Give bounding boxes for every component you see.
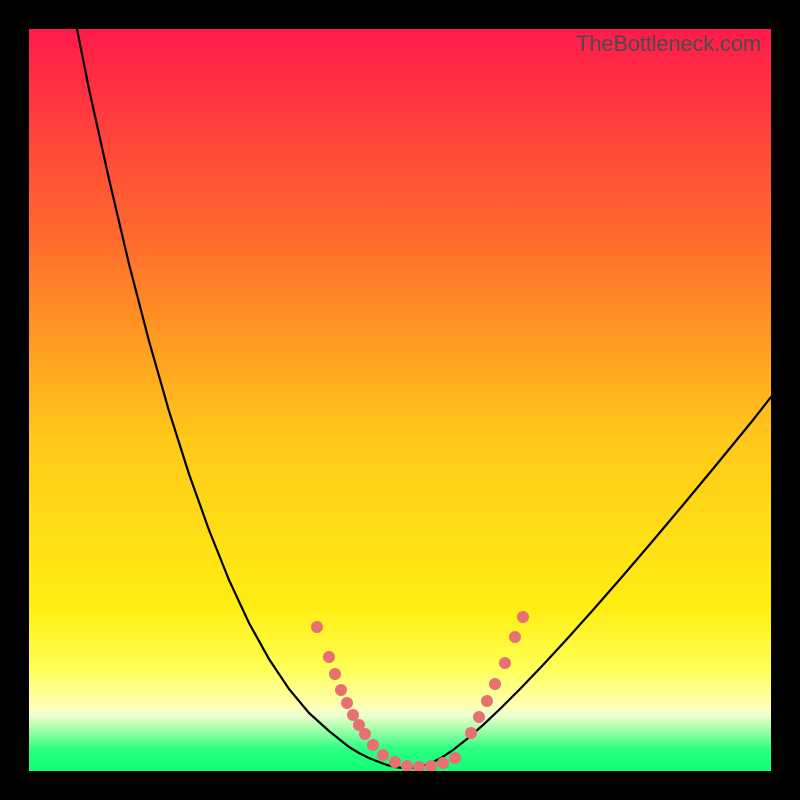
data-point (437, 757, 449, 769)
data-point (517, 611, 529, 623)
data-point (481, 695, 493, 707)
data-point (509, 631, 521, 643)
data-point (323, 651, 335, 663)
data-point (389, 756, 401, 768)
data-point (489, 678, 501, 690)
data-point (341, 697, 353, 709)
data-point (401, 760, 413, 771)
data-point (377, 749, 389, 761)
curve-layer (29, 29, 771, 771)
plot-area: TheBottleneck.com (29, 29, 771, 771)
data-point (347, 709, 359, 721)
data-point (367, 739, 379, 751)
data-point (413, 761, 425, 771)
data-point (311, 621, 323, 633)
data-point (499, 657, 511, 669)
data-point (329, 668, 341, 680)
watermark-text: TheBottleneck.com (576, 31, 761, 57)
data-point (335, 684, 347, 696)
data-point (473, 711, 485, 723)
bottleneck-curve (77, 29, 771, 768)
outer-frame: TheBottleneck.com (0, 0, 800, 800)
data-point (449, 752, 461, 764)
data-point (465, 727, 477, 739)
data-point (359, 728, 371, 740)
